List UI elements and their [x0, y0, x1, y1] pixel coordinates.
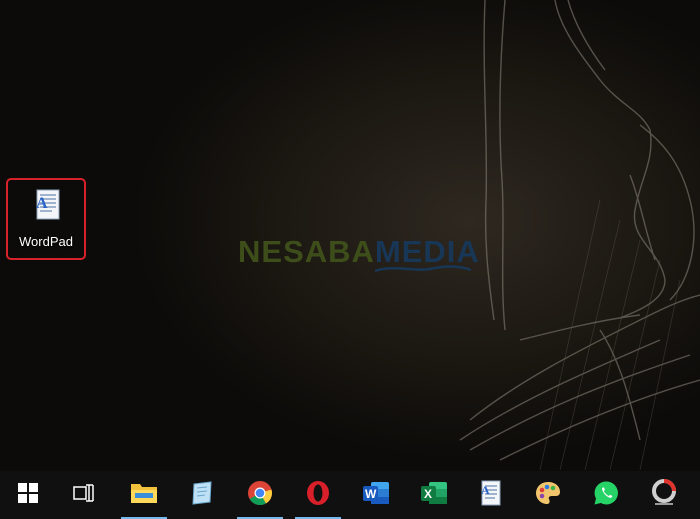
- opera-icon: [305, 480, 331, 511]
- taskbar: W X A: [0, 471, 700, 519]
- taskbar-paint[interactable]: [524, 471, 572, 519]
- desktop-icon-wordpad[interactable]: A WordPad: [6, 178, 86, 260]
- svg-text:W: W: [365, 487, 377, 501]
- whatsapp-icon: [593, 480, 619, 511]
- taskbar-file-explorer[interactable]: [120, 471, 168, 519]
- nesabamedia-watermark: NESABA MEDIA: [238, 234, 480, 274]
- folder-icon: [130, 481, 158, 510]
- word-icon: W: [362, 480, 390, 511]
- wordpad-icon: A: [30, 188, 64, 222]
- taskbar-chrome[interactable]: [236, 471, 284, 519]
- taskbar-notepad[interactable]: [178, 471, 226, 519]
- taskbar-excel[interactable]: X: [410, 471, 458, 519]
- watermark-wave-icon: [374, 265, 471, 273]
- taskbar-wordpad[interactable]: A: [466, 471, 514, 519]
- taskbar-opera[interactable]: [294, 471, 342, 519]
- watermark-part2: MEDIA: [374, 234, 480, 273]
- wordpad-icon: A: [477, 479, 503, 512]
- taskbar-whatsapp[interactable]: [582, 471, 630, 519]
- windows-logo-icon: [18, 482, 38, 508]
- start-button[interactable]: [4, 471, 52, 519]
- watermark-part1: NESABA: [238, 234, 375, 269]
- desktop-icon-label: WordPad: [19, 234, 73, 249]
- desktop: NESABA MEDIA A WordPad: [0, 0, 700, 471]
- svg-text:A: A: [36, 195, 48, 212]
- taskbar-word[interactable]: W: [352, 471, 400, 519]
- notepad-icon: [189, 480, 215, 511]
- task-view-button[interactable]: [60, 471, 108, 519]
- taskbar-photoscape[interactable]: [640, 471, 688, 519]
- svg-text:X: X: [424, 487, 432, 501]
- task-view-icon: [73, 483, 95, 508]
- paint-palette-icon: [534, 480, 562, 511]
- svg-text:A: A: [481, 483, 490, 497]
- chrome-icon: [247, 480, 273, 511]
- excel-icon: X: [420, 480, 448, 511]
- photoscape-icon: [649, 478, 679, 513]
